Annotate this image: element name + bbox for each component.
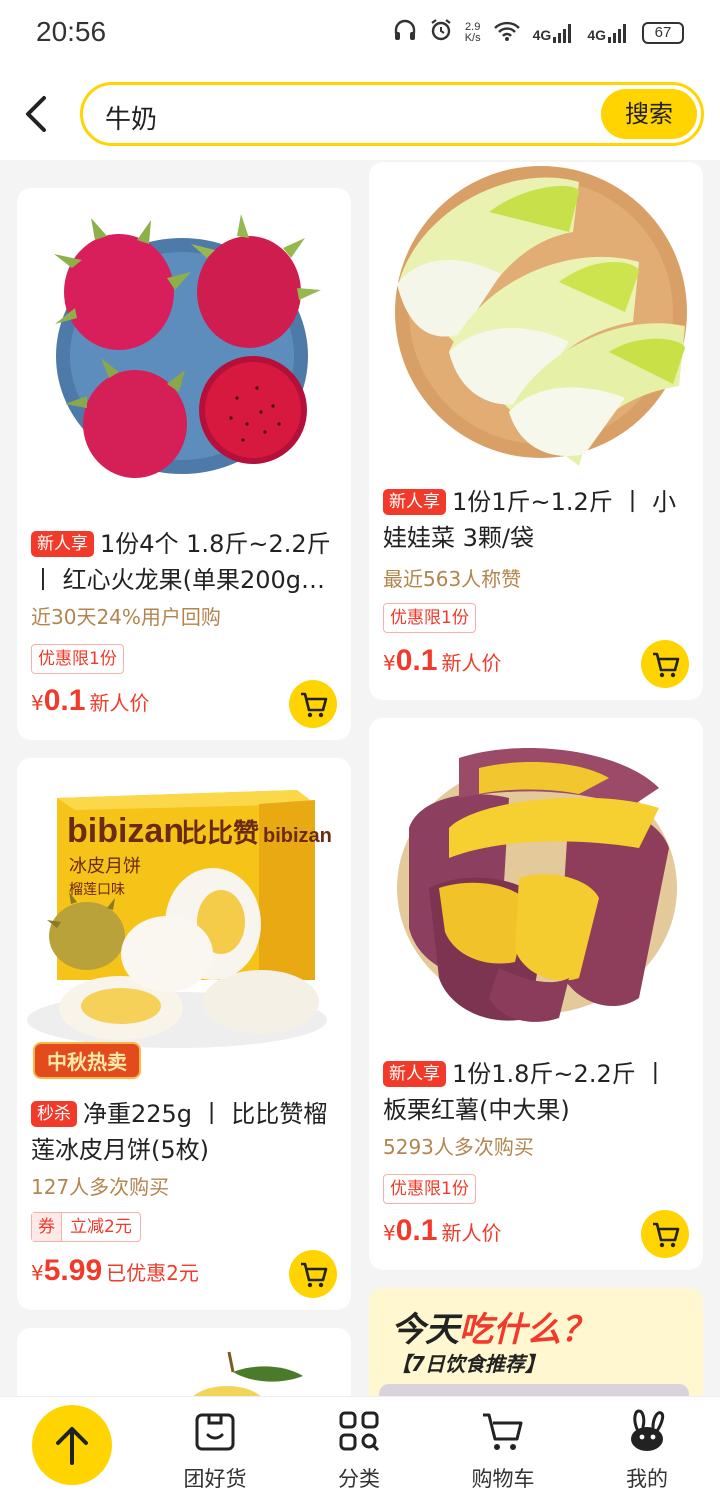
product-subtitle: 127人多次购买: [31, 1175, 170, 1199]
product-image-dragon-fruit: [17, 188, 351, 508]
price: ¥0.1 新人价: [31, 684, 150, 717]
search-query: 牛奶: [105, 105, 158, 135]
product-title: 秒杀 净重225g 丨 比比赞榴莲冰皮月饼(5枚): [31, 1100, 328, 1164]
product-subtitle: 近30天24%用户回购: [31, 605, 221, 629]
coupon-badge: 券立减2元: [31, 1212, 141, 1242]
banner-title: 今天吃什么？: [391, 1310, 595, 1350]
bottom-nav: 团好货 分类 购物车 我的: [0, 1396, 720, 1496]
limit-badge: 优惠限1份: [383, 603, 476, 633]
product-image-baby-cabbage: [369, 162, 703, 472]
search-button[interactable]: 搜索: [601, 89, 697, 139]
box-flavor-text: 榴莲口味: [69, 882, 125, 898]
product-image-mooncake: bibizan 比比赞 bibizan 冰皮月饼 榴莲口味: [17, 758, 351, 1078]
chevron-left-icon: [26, 96, 46, 132]
status-bar: 20:56 2.9 K/s 4G 4G 67: [0, 0, 720, 68]
limit-badge: 优惠限1份: [383, 1174, 476, 1204]
product-card[interactable]: bibizan 比比赞 bibizan 冰皮月饼 榴莲口味 中秋热卖 秒杀 净重2…: [17, 758, 351, 1310]
arrow-up-icon: [56, 1427, 88, 1465]
battery-indicator: 67: [642, 22, 684, 44]
box-smile-icon: [195, 1413, 235, 1451]
signal-icon: 4G: [533, 23, 576, 43]
cart-icon: [301, 692, 328, 718]
cart-icon: [483, 1413, 523, 1450]
cart-icon: [653, 652, 680, 678]
add-to-cart-button[interactable]: [641, 640, 689, 688]
price: ¥0.1 新人价: [383, 1214, 502, 1247]
status-icons: 2.9 K/s 4G 4G 67: [393, 18, 684, 48]
search-input[interactable]: 牛奶 搜索: [80, 82, 704, 146]
cart-icon: [653, 1222, 680, 1248]
new-user-tag: 新人享: [383, 1061, 446, 1087]
product-subtitle: 5293人多次购买: [383, 1135, 534, 1159]
new-user-tag: 新人享: [383, 489, 446, 515]
rabbit-icon: [631, 1409, 665, 1451]
flash-sale-tag: 秒杀: [31, 1101, 77, 1127]
product-card[interactable]: 新人享 1份1.8斤~2.2斤 丨 板栗红薯(中大果) 5293人多次购买 优惠限…: [369, 718, 703, 1270]
promo-badge: 中秋热卖: [33, 1042, 141, 1079]
nav-item-cart[interactable]: 购物车: [448, 1407, 558, 1493]
banner-subtitle: 【7日饮食推荐】: [391, 1352, 545, 1376]
recommend-banner[interactable]: 今天吃什么？ 【7日饮食推荐】: [369, 1288, 703, 1408]
product-image-sweet-potato: [369, 718, 703, 1038]
product-title: 新人享 1份1.8斤~2.2斤 丨 板栗红薯(中大果): [383, 1060, 668, 1124]
nav-item-category[interactable]: 分类: [304, 1407, 414, 1493]
clock: 20:56: [36, 16, 107, 47]
nav-item-mine[interactable]: 我的: [592, 1407, 702, 1493]
price: ¥5.99 已优惠2元: [31, 1254, 199, 1287]
add-to-cart-button[interactable]: [289, 1250, 337, 1298]
new-user-tag: 新人享: [31, 531, 94, 557]
net-speed: 2.9 K/s: [464, 21, 481, 44]
cart-icon: [301, 1262, 328, 1288]
alarm-icon: [429, 18, 453, 48]
wifi-icon: [493, 20, 521, 46]
nav-item-tuanhaohuo[interactable]: 团好货: [160, 1407, 270, 1493]
product-card[interactable]: 新人享 1份1斤~1.2斤 丨 小娃娃菜 3颗/袋 最近563人称赞 优惠限1份 …: [369, 162, 703, 700]
headphones-icon: [393, 18, 417, 48]
search-header: 牛奶 搜索: [0, 68, 720, 160]
add-to-cart-button[interactable]: [641, 1210, 689, 1258]
product-title: 新人享 1份1斤~1.2斤 丨 小娃娃菜 3颗/袋: [383, 488, 677, 552]
back-button[interactable]: [18, 92, 58, 136]
box-brand-cn-text: 比比赞: [181, 819, 259, 849]
product-title: 新人享 1份4个 1.8斤~2.2斤 丨 红心火龙果(单果200g…: [31, 530, 331, 594]
limit-badge: 优惠限1份: [31, 644, 124, 674]
box-brand-text: bibizan: [67, 812, 184, 850]
grid-search-icon: [339, 1411, 380, 1452]
product-subtitle: 最近563人称赞: [383, 567, 522, 591]
product-card[interactable]: 新人享 1份4个 1.8斤~2.2斤 丨 红心火龙果(单果200g… 近30天24…: [17, 188, 351, 740]
scroll-to-top-button[interactable]: [32, 1405, 112, 1485]
signal-icon-2: 4G: [587, 23, 630, 43]
box-name-text: 冰皮月饼: [69, 856, 141, 877]
price: ¥0.1 新人价: [383, 644, 502, 677]
add-to-cart-button[interactable]: [289, 680, 337, 728]
box-side-brand-text: bibizan: [263, 825, 332, 847]
